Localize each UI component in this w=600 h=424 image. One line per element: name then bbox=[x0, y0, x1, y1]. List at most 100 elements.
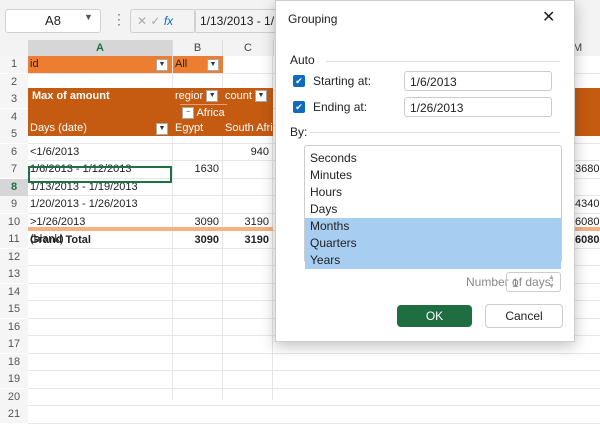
row-item-b: 1630 bbox=[194, 163, 219, 175]
by-option[interactable]: Years bbox=[305, 252, 561, 269]
divider bbox=[310, 132, 560, 133]
row-header[interactable]: 19 bbox=[0, 371, 28, 388]
starting-label: Starting at: bbox=[313, 74, 372, 88]
collapse-icon[interactable]: − bbox=[182, 107, 194, 120]
column-header-b[interactable]: B bbox=[173, 40, 223, 56]
by-option[interactable]: Seconds bbox=[305, 150, 561, 167]
row-header[interactable]: 21 bbox=[0, 406, 28, 423]
auto-label: Auto bbox=[290, 53, 315, 67]
row-item-c: 940 bbox=[250, 145, 269, 158]
by-listbox[interactable]: Seconds Minutes Hours Days Months Quarters Yea… bbox=[304, 145, 562, 269]
row-header[interactable]: 18 bbox=[0, 353, 28, 371]
gridline bbox=[28, 352, 600, 354]
total-divider bbox=[28, 227, 273, 231]
row-header[interactable]: 16 bbox=[0, 318, 28, 336]
row-header[interactable]: 14 bbox=[0, 283, 28, 301]
row-item-label: <1/6/2013 bbox=[30, 145, 80, 158]
column-field-2-label: count bbox=[225, 90, 252, 102]
dropdown-icon[interactable]: ▼ bbox=[206, 90, 219, 103]
row-item-c bbox=[223, 196, 271, 213]
chevron-down-icon[interactable]: ▼ bbox=[84, 12, 93, 22]
row-header[interactable]: 13 bbox=[0, 266, 28, 283]
select-all[interactable] bbox=[0, 40, 29, 56]
by-option[interactable]: Hours bbox=[305, 184, 561, 201]
row-header[interactable]: 7 bbox=[0, 161, 28, 178]
row-item-b bbox=[173, 179, 221, 196]
grand-total-b: 3090 bbox=[194, 234, 219, 246]
row-header[interactable]: 17 bbox=[0, 336, 28, 353]
filter-field-label: id bbox=[30, 58, 39, 70]
column-header-c[interactable]: C bbox=[223, 40, 274, 56]
total-divider-right bbox=[573, 227, 600, 231]
row-field-label: Days (date) bbox=[30, 122, 87, 134]
row-header[interactable]: 15 bbox=[0, 301, 28, 318]
row-header[interactable]: 5 bbox=[0, 126, 28, 143]
gridline bbox=[28, 387, 600, 389]
starting-checkbox[interactable]: ✔ bbox=[293, 75, 305, 87]
row-item-b bbox=[173, 144, 221, 161]
column-header-m[interactable]: M bbox=[573, 40, 600, 56]
dropdown-icon[interactable]: ▼ bbox=[156, 123, 168, 135]
row-header[interactable]: 2 bbox=[0, 73, 28, 91]
by-option[interactable]: Quarters bbox=[305, 235, 561, 252]
row-header[interactable]: 1 bbox=[0, 56, 28, 73]
ending-input[interactable]: 1/26/2013 bbox=[404, 97, 552, 117]
by-option[interactable]: Days bbox=[305, 201, 561, 218]
column-field-label: regior bbox=[175, 90, 204, 102]
row-header[interactable]: 4 bbox=[0, 108, 28, 126]
grand-total-label: Grand Total bbox=[30, 234, 91, 246]
ending-checkbox[interactable]: ✔ bbox=[293, 101, 305, 113]
row-item-b bbox=[173, 196, 221, 213]
ending-label: Ending at: bbox=[313, 100, 368, 114]
row-item-c bbox=[223, 161, 271, 178]
grand-total-m: 6080 bbox=[575, 234, 600, 246]
dropdown-icon[interactable]: ▼ bbox=[254, 90, 267, 103]
cancel-icon[interactable]: ✕ bbox=[137, 14, 147, 28]
starting-input[interactable]: 1/6/2013 bbox=[404, 71, 552, 91]
by-option[interactable]: Minutes bbox=[305, 167, 561, 184]
row-header[interactable]: 10 bbox=[0, 213, 28, 231]
row-item-m: 3680 bbox=[575, 163, 600, 175]
row-header[interactable]: 3 bbox=[0, 91, 28, 108]
dialog-title: Grouping bbox=[288, 12, 338, 26]
row-item-c bbox=[223, 179, 271, 196]
value-label: Max of amount bbox=[32, 90, 110, 102]
row-header[interactable]: 11 bbox=[0, 231, 28, 248]
by-option[interactable]: Months bbox=[305, 218, 561, 235]
column-field-2: count ▼ bbox=[223, 88, 269, 105]
close-icon[interactable]: ✕ bbox=[542, 7, 555, 27]
cancel-button[interactable]: Cancel bbox=[485, 304, 563, 328]
divider bbox=[326, 61, 560, 62]
row-field: Days (date) ▼ bbox=[28, 120, 172, 137]
enter-icon[interactable]: ✓ bbox=[150, 14, 160, 28]
grouping-dialog: Grouping ✕ Auto ✔ Starting at: 1/6/2013 … bbox=[275, 0, 575, 342]
stepper-icon[interactable]: ▲ ▼ bbox=[548, 273, 555, 291]
row-item-label: 1/20/2013 - 1/26/2013 bbox=[30, 198, 138, 210]
fx-icon[interactable]: fx bbox=[164, 14, 173, 28]
grand-total-c: 3190 bbox=[244, 234, 269, 246]
gridline bbox=[28, 370, 600, 371]
gridline bbox=[28, 405, 600, 406]
formula-buttons: ✕ ✓ fx bbox=[130, 9, 196, 33]
filter-field: id ▼ bbox=[28, 56, 172, 73]
dropdown-icon[interactable]: ▼ bbox=[156, 59, 168, 71]
column-field: regior ▼ bbox=[173, 88, 220, 105]
row-header[interactable]: 9 bbox=[0, 196, 28, 213]
pivot-header-right bbox=[573, 88, 600, 136]
by-label: By: bbox=[290, 125, 308, 139]
col-item-south-africa: South Africa bbox=[225, 122, 273, 134]
more-icon[interactable]: ⋮ bbox=[112, 11, 126, 28]
row-header[interactable]: 12 bbox=[0, 248, 28, 266]
row-header[interactable]: 8 bbox=[0, 178, 28, 196]
group-header: − Africa bbox=[180, 104, 227, 121]
selected-cell[interactable] bbox=[28, 166, 172, 183]
ok-button[interactable]: OK bbox=[397, 305, 472, 327]
group-label: Africa bbox=[196, 107, 225, 119]
row-header[interactable]: 20 bbox=[0, 388, 28, 406]
row-header[interactable]: 6 bbox=[0, 143, 28, 161]
col-item-egypt: Egypt bbox=[175, 122, 204, 134]
dropdown-icon[interactable]: ▼ bbox=[207, 59, 219, 71]
filter-value: All ▼ bbox=[173, 56, 223, 73]
gridline bbox=[28, 422, 600, 424]
row-item-m: 4340 bbox=[575, 198, 600, 210]
